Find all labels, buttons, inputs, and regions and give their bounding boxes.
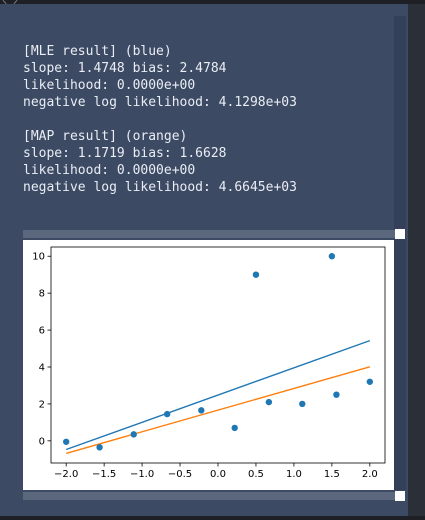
x-tick-label: 0.0 (210, 469, 226, 480)
horizontal-scrollbar-figure[interactable] (23, 492, 405, 500)
y-tick-label: 4 (39, 363, 45, 374)
output-line: [MLE result] (blue) (23, 44, 172, 59)
output-line: negative log likelihood: 4.1298e+03 (23, 95, 297, 110)
y-tick-label: 8 (39, 289, 45, 300)
y-tick-label: 0 (39, 436, 45, 447)
data-point (96, 444, 103, 451)
data-point (265, 398, 273, 406)
x-tick-label: −2.0 (54, 469, 78, 480)
data-point (299, 400, 306, 408)
x-tick-label: −1.5 (92, 469, 116, 480)
notebook-window: ⸜ ⸝ [MLE result] (blue) slope: 1.4748 bi… (0, 0, 425, 520)
data-point (366, 378, 374, 385)
data-point (333, 391, 340, 398)
output-line: [MAP result] (orange) (23, 129, 188, 144)
data-point (252, 271, 260, 278)
plot-area (50, 246, 386, 464)
vertical-scrollbar[interactable] (394, 16, 406, 490)
output-line: likelihood: 0.0000e+00 (23, 163, 196, 178)
x-tick-label: 1.0 (286, 469, 302, 480)
x-tick-label: 2.0 (362, 469, 378, 480)
data-point (198, 407, 205, 414)
data-point (163, 410, 171, 418)
output-line: slope: 1.4748 bias: 2.4784 (23, 61, 227, 76)
data-point (328, 253, 336, 260)
output-line: slope: 1.1719 bias: 1.6628 (23, 146, 227, 161)
x-tick-label: −1.0 (130, 469, 154, 480)
x-tick-label: −0.5 (168, 469, 192, 480)
scrollbar-corner-handle[interactable] (395, 491, 405, 501)
horizontal-scrollbar-text[interactable] (23, 230, 405, 238)
plot-figure: −2.0 −1.5 −1.0 −0.5 0.0 0.5 1.0 1.5 2.0 0 2 4 6 8 10 (23, 240, 394, 490)
scrollbar-corner-handle[interactable] (395, 229, 405, 239)
data-point (62, 438, 70, 445)
data-point (130, 431, 137, 438)
bottom-strip (0, 516, 425, 520)
x-tick-label: 1.5 (324, 469, 340, 480)
output-line: negative log likelihood: 4.6645e+03 (23, 180, 297, 195)
scatter-chart: −2.0 −1.5 −1.0 −0.5 0.0 0.5 1.0 1.5 2.0 0 2 4 6 8 10 (32, 246, 386, 480)
y-tick-label: 2 (39, 399, 45, 410)
data-point (231, 424, 238, 432)
y-tick-label: 6 (39, 326, 45, 337)
output-line: likelihood: 0.0000e+00 (23, 78, 196, 93)
x-tick-label: 0.5 (248, 469, 264, 480)
y-tick-label: 10 (32, 252, 45, 263)
text-output: [MLE result] (blue) slope: 1.4748 bias: … (23, 43, 393, 196)
